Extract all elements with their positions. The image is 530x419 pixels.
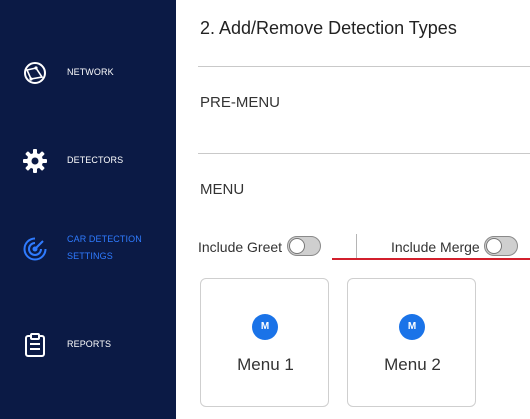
sidebar-item-label-line2: SETTINGS bbox=[67, 251, 113, 261]
sidebar-item-network[interactable]: NETWORK bbox=[0, 52, 176, 92]
toggle-knob bbox=[289, 238, 305, 254]
main-content: 2. Add/Remove Detection Types PRE-MENU M… bbox=[176, 0, 530, 419]
gear-icon bbox=[22, 148, 48, 174]
divider bbox=[198, 66, 530, 67]
toggle-row: Include Greet Include Merge bbox=[198, 234, 530, 260]
page-title: 2. Add/Remove Detection Types bbox=[200, 18, 457, 38]
network-globe-icon bbox=[22, 60, 48, 86]
divider bbox=[198, 153, 530, 154]
section-title-menu: MENU bbox=[200, 181, 245, 198]
sidebar-item-label: NETWORK bbox=[67, 67, 114, 77]
menu-badge: M bbox=[399, 314, 425, 340]
divider-vertical bbox=[356, 234, 357, 260]
sidebar: NETWORK DETECTORS CAR DETECTION SETTINGS… bbox=[0, 0, 176, 419]
menu-card-label: Menu 2 bbox=[384, 355, 441, 374]
include-greet-toggle[interactable] bbox=[287, 236, 321, 256]
sidebar-item-car-detection-settings[interactable]: CAR DETECTION SETTINGS bbox=[0, 228, 176, 268]
sidebar-item-label: DETECTORS bbox=[67, 155, 124, 165]
radar-target-icon bbox=[22, 236, 48, 262]
sidebar-item-label: REPORTS bbox=[67, 339, 112, 349]
menu-card-1[interactable]: M Menu 1 bbox=[200, 278, 329, 407]
highlight-underline bbox=[332, 258, 530, 260]
section-title-premenu: PRE-MENU bbox=[200, 94, 281, 111]
include-merge-label: Include Merge bbox=[391, 239, 480, 255]
toggle-knob bbox=[486, 238, 502, 254]
clipboard-icon bbox=[22, 332, 48, 358]
sidebar-item-reports[interactable]: REPORTS bbox=[0, 324, 176, 364]
include-merge-toggle[interactable] bbox=[484, 236, 518, 256]
sidebar-item-label-line1: CAR DETECTION bbox=[67, 234, 142, 244]
menu-card-label: Menu 1 bbox=[237, 355, 294, 374]
include-greet-label: Include Greet bbox=[198, 239, 283, 255]
menu-card-2[interactable]: M Menu 2 bbox=[347, 278, 476, 407]
sidebar-item-detectors[interactable]: DETECTORS bbox=[0, 140, 176, 180]
menu-badge: M bbox=[252, 314, 278, 340]
